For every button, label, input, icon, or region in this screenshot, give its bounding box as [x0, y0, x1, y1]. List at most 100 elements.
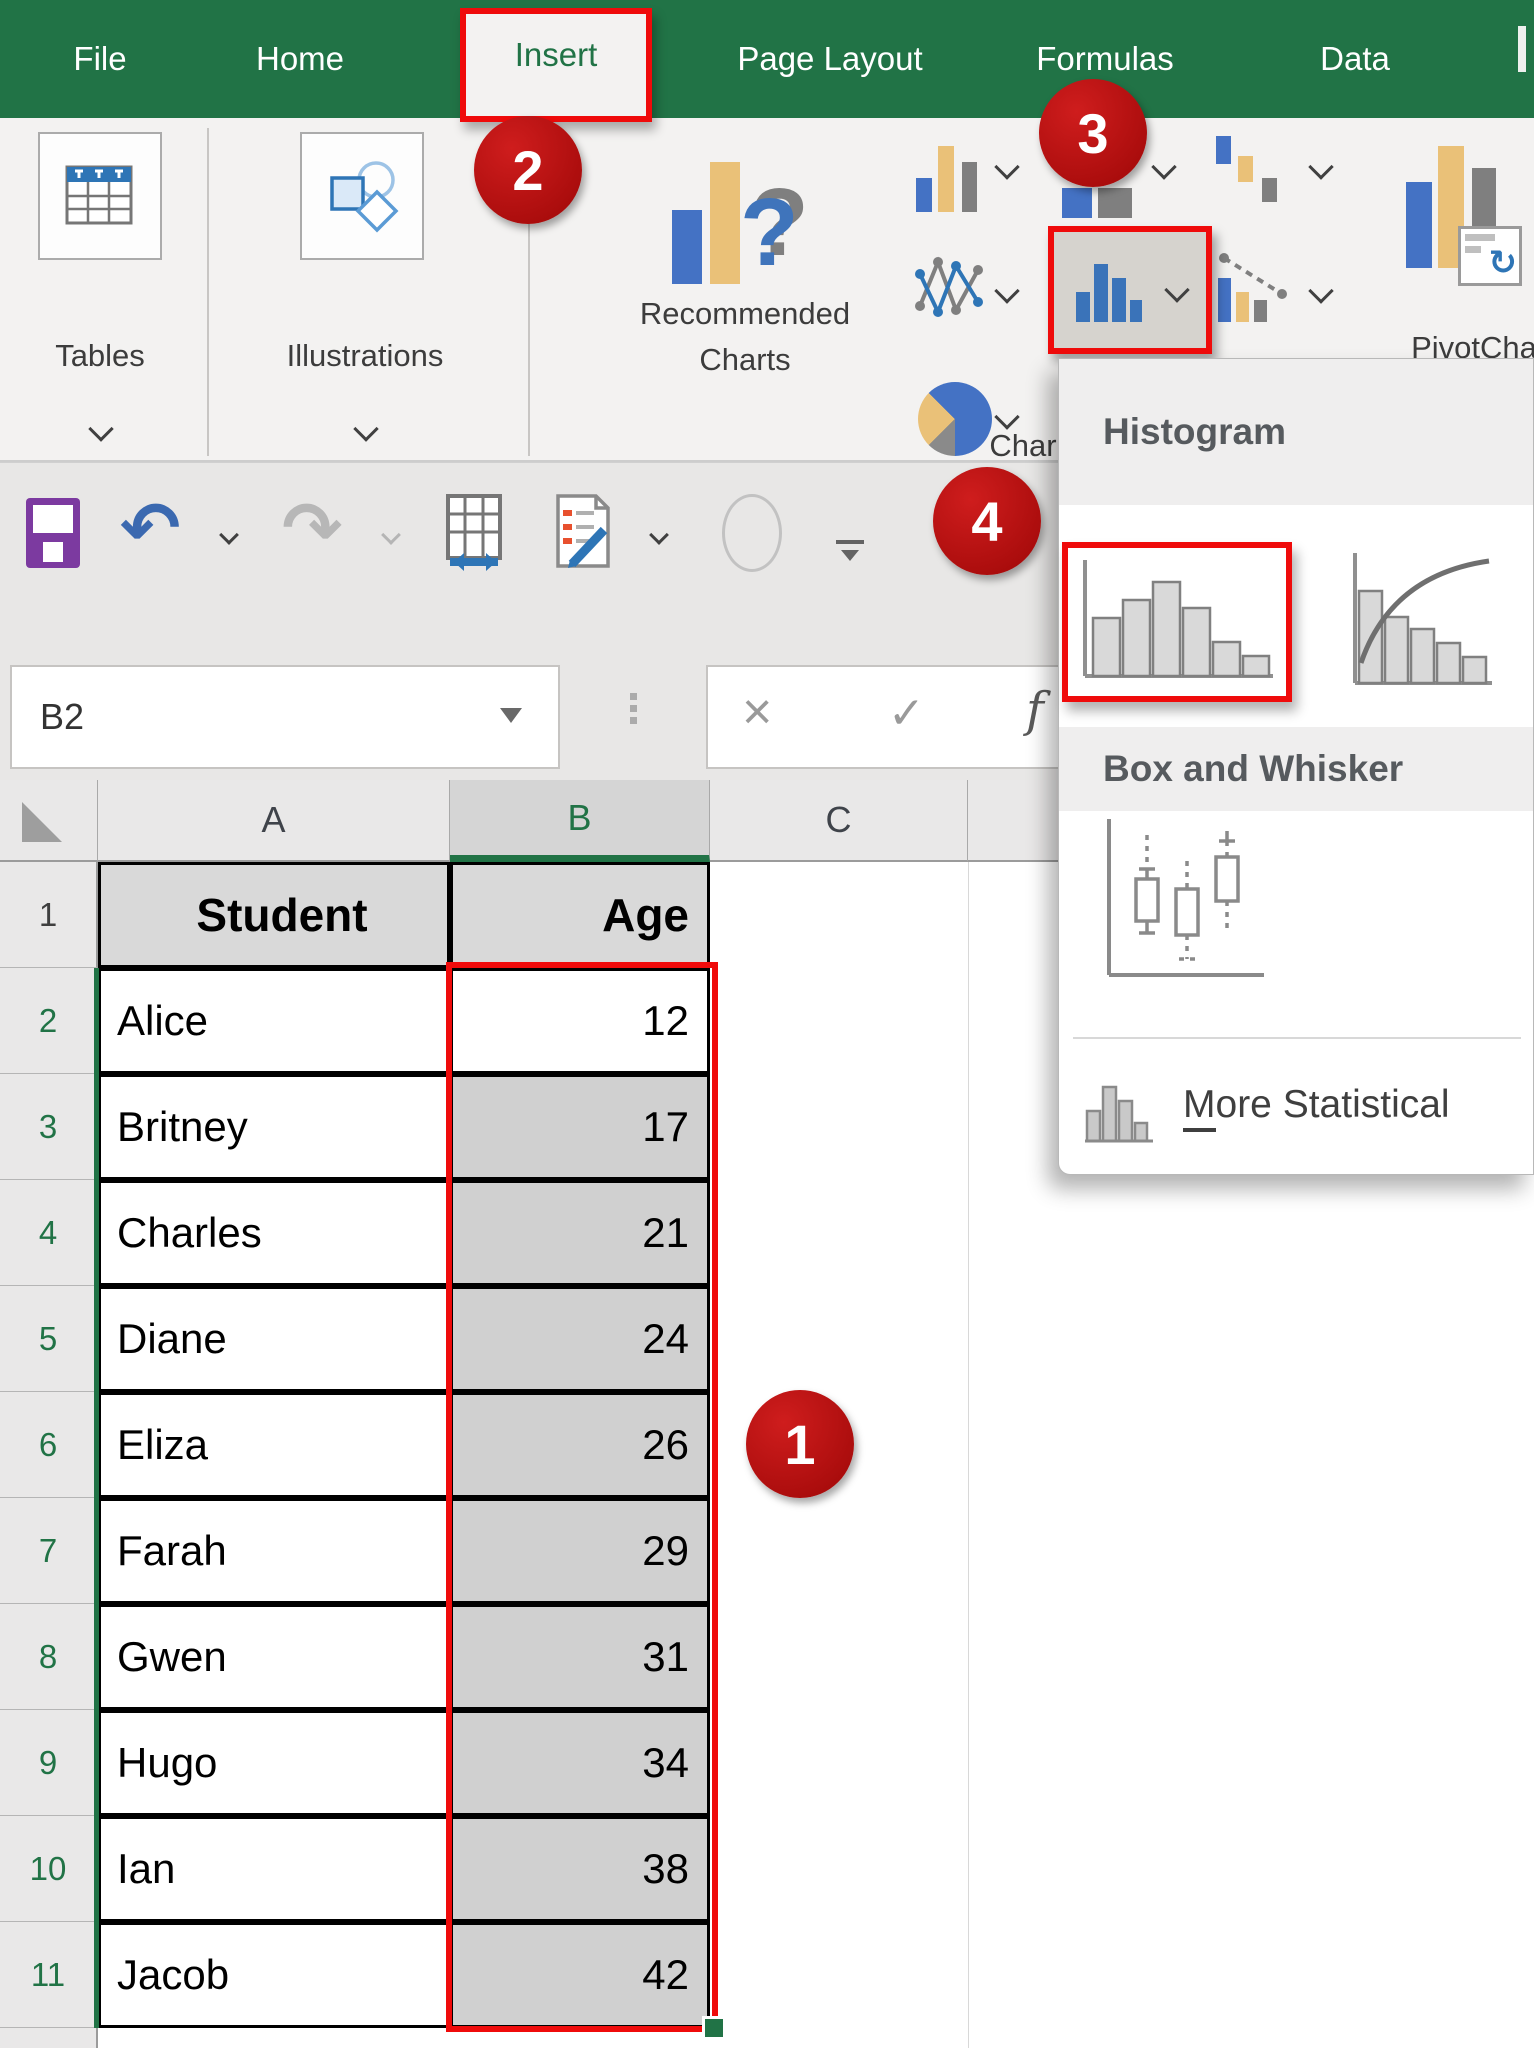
cell-A4[interactable]: Charles: [98, 1180, 450, 1286]
column-width-button[interactable]: [440, 492, 510, 581]
cell-A9[interactable]: Hugo: [98, 1710, 450, 1816]
document-pen-icon: [552, 492, 616, 572]
cell-B2[interactable]: 12: [450, 968, 710, 1074]
row-header-12-partial[interactable]: [0, 2028, 98, 2048]
save-button[interactable]: [26, 498, 80, 568]
cell-A6[interactable]: Eliza: [98, 1392, 450, 1498]
cell-A7[interactable]: Farah: [98, 1498, 450, 1604]
tab-data[interactable]: Data: [1300, 0, 1410, 118]
table-width-icon: [440, 492, 510, 576]
histogram-icon: [1074, 252, 1154, 328]
recommended-charts-label-1: Recommended: [595, 296, 895, 332]
statistic-chart-chevron[interactable]: [1164, 277, 1189, 302]
cell-B7[interactable]: 29: [450, 1498, 710, 1604]
collapse-ribbon-button[interactable]: [836, 540, 864, 561]
step-circle-1: 1: [746, 1390, 854, 1498]
cell-A1[interactable]: Student: [98, 862, 450, 968]
pivot-table-icon: ↻: [1458, 226, 1522, 286]
line-chart-chevron[interactable]: [998, 282, 1016, 305]
hierarchy-chart-icon[interactable]: [1062, 188, 1092, 218]
pareto-option[interactable]: [1347, 551, 1497, 701]
enter-icon[interactable]: ✓: [888, 688, 925, 739]
column-header-B[interactable]: B: [450, 780, 710, 862]
shapes-icon: [322, 156, 402, 236]
waterfall-chart-chevron[interactable]: [1312, 158, 1330, 181]
cell-A3[interactable]: Britney: [98, 1074, 450, 1180]
cell-A5[interactable]: Diane: [98, 1286, 450, 1392]
cell-B3[interactable]: 17: [450, 1074, 710, 1180]
hierarchy-chart-icon[interactable]: [1098, 188, 1132, 218]
row-header-2[interactable]: 2: [0, 968, 98, 1074]
column-header-A[interactable]: A: [98, 780, 450, 862]
row-header-7[interactable]: 7: [0, 1498, 98, 1604]
insert-waterfall-chart-button[interactable]: [1216, 132, 1286, 212]
customize-circle-icon[interactable]: [722, 494, 782, 572]
cell-B1[interactable]: Age: [450, 862, 710, 968]
row-header-6[interactable]: 6: [0, 1392, 98, 1498]
hierarchy-chart-chevron[interactable]: [1155, 158, 1173, 181]
row-header-9[interactable]: 9: [0, 1710, 98, 1816]
tables-button[interactable]: [38, 132, 162, 260]
cell-A8[interactable]: Gwen: [98, 1604, 450, 1710]
insert-column-chart-button[interactable]: [916, 128, 986, 212]
box-whisker-option[interactable]: [1099, 817, 1279, 994]
name-box-dropdown-icon[interactable]: [500, 708, 522, 723]
tab-home[interactable]: Home: [240, 0, 360, 118]
edit-list-chevron[interactable]: [652, 528, 666, 547]
insert-line-chart-button[interactable]: [914, 248, 990, 337]
cell-A11[interactable]: Jacob: [98, 1922, 450, 2028]
floppy-shutter: [43, 542, 63, 562]
edit-list-button[interactable]: [552, 492, 616, 577]
insert-statistic-chart-button-annotated[interactable]: [1048, 226, 1212, 354]
gridline: [968, 862, 969, 2048]
combo-chart-chevron[interactable]: [1312, 282, 1330, 305]
cell-B10[interactable]: 38: [450, 1816, 710, 1922]
recommended-charts-label-2: Charts: [595, 342, 895, 378]
illustrations-dropdown-chevron[interactable]: [357, 420, 375, 443]
step-circle-2: 2: [474, 116, 582, 224]
cell-B5[interactable]: 24: [450, 1286, 710, 1392]
name-box[interactable]: B2: [10, 665, 560, 769]
cell-B6[interactable]: 26: [450, 1392, 710, 1498]
recommended-charts-button[interactable]: ? ?: [672, 142, 822, 292]
fill-handle[interactable]: [702, 2016, 726, 2040]
column-header-C[interactable]: C: [710, 780, 968, 862]
cell-B4[interactable]: 21: [450, 1180, 710, 1286]
select-all-button[interactable]: [0, 780, 98, 862]
row-header-10[interactable]: 10: [0, 1816, 98, 1922]
row-header-5[interactable]: 5: [0, 1286, 98, 1392]
more-statistical-charts-item[interactable]: More Statistical: [1059, 1049, 1533, 1169]
redo-button-disabled[interactable]: ↷: [282, 486, 342, 570]
cell-A2[interactable]: Alice: [98, 968, 450, 1074]
illustrations-button[interactable]: [300, 132, 424, 260]
column-header-partial[interactable]: [968, 780, 1060, 862]
insert-combo-chart-button[interactable]: [1216, 248, 1292, 337]
column-chart-chevron[interactable]: [998, 158, 1016, 181]
undo-button[interactable]: ↶: [120, 486, 180, 570]
menu-section-box-whisker: Box and Whisker: [1059, 727, 1533, 811]
more-statistical-label: More Statistical: [1183, 1083, 1450, 1127]
row-header-8[interactable]: 8: [0, 1604, 98, 1710]
row-header-1[interactable]: 1: [0, 862, 98, 968]
row-header-3[interactable]: 3: [0, 1074, 98, 1180]
cell-B8[interactable]: 31: [450, 1604, 710, 1710]
cell-B9[interactable]: 34: [450, 1710, 710, 1816]
charts-group-label-partial: Char: [978, 428, 1068, 464]
pareto-icon: [1347, 551, 1497, 696]
redo-chevron[interactable]: [384, 528, 398, 547]
tables-dropdown-chevron[interactable]: [92, 420, 110, 443]
question-icon: ?: [740, 178, 799, 288]
cancel-icon[interactable]: ×: [742, 682, 772, 742]
cell-B11[interactable]: 42: [450, 1922, 710, 2028]
row-header-11[interactable]: 11: [0, 1922, 98, 2028]
undo-chevron[interactable]: [222, 528, 236, 547]
tab-file[interactable]: File: [60, 0, 140, 118]
cell-A10[interactable]: Ian: [98, 1816, 450, 1922]
tab-page-layout[interactable]: Page Layout: [710, 0, 950, 118]
row-header-4[interactable]: 4: [0, 1180, 98, 1286]
tab-insert-selected-annotated[interactable]: Insert: [460, 8, 652, 122]
combo-chart-icon: [1216, 248, 1292, 332]
histogram-option-annotated[interactable]: [1062, 542, 1292, 702]
fx-icon-partial[interactable]: f: [1026, 682, 1044, 738]
pivotchart-button[interactable]: ↻: [1406, 138, 1534, 298]
